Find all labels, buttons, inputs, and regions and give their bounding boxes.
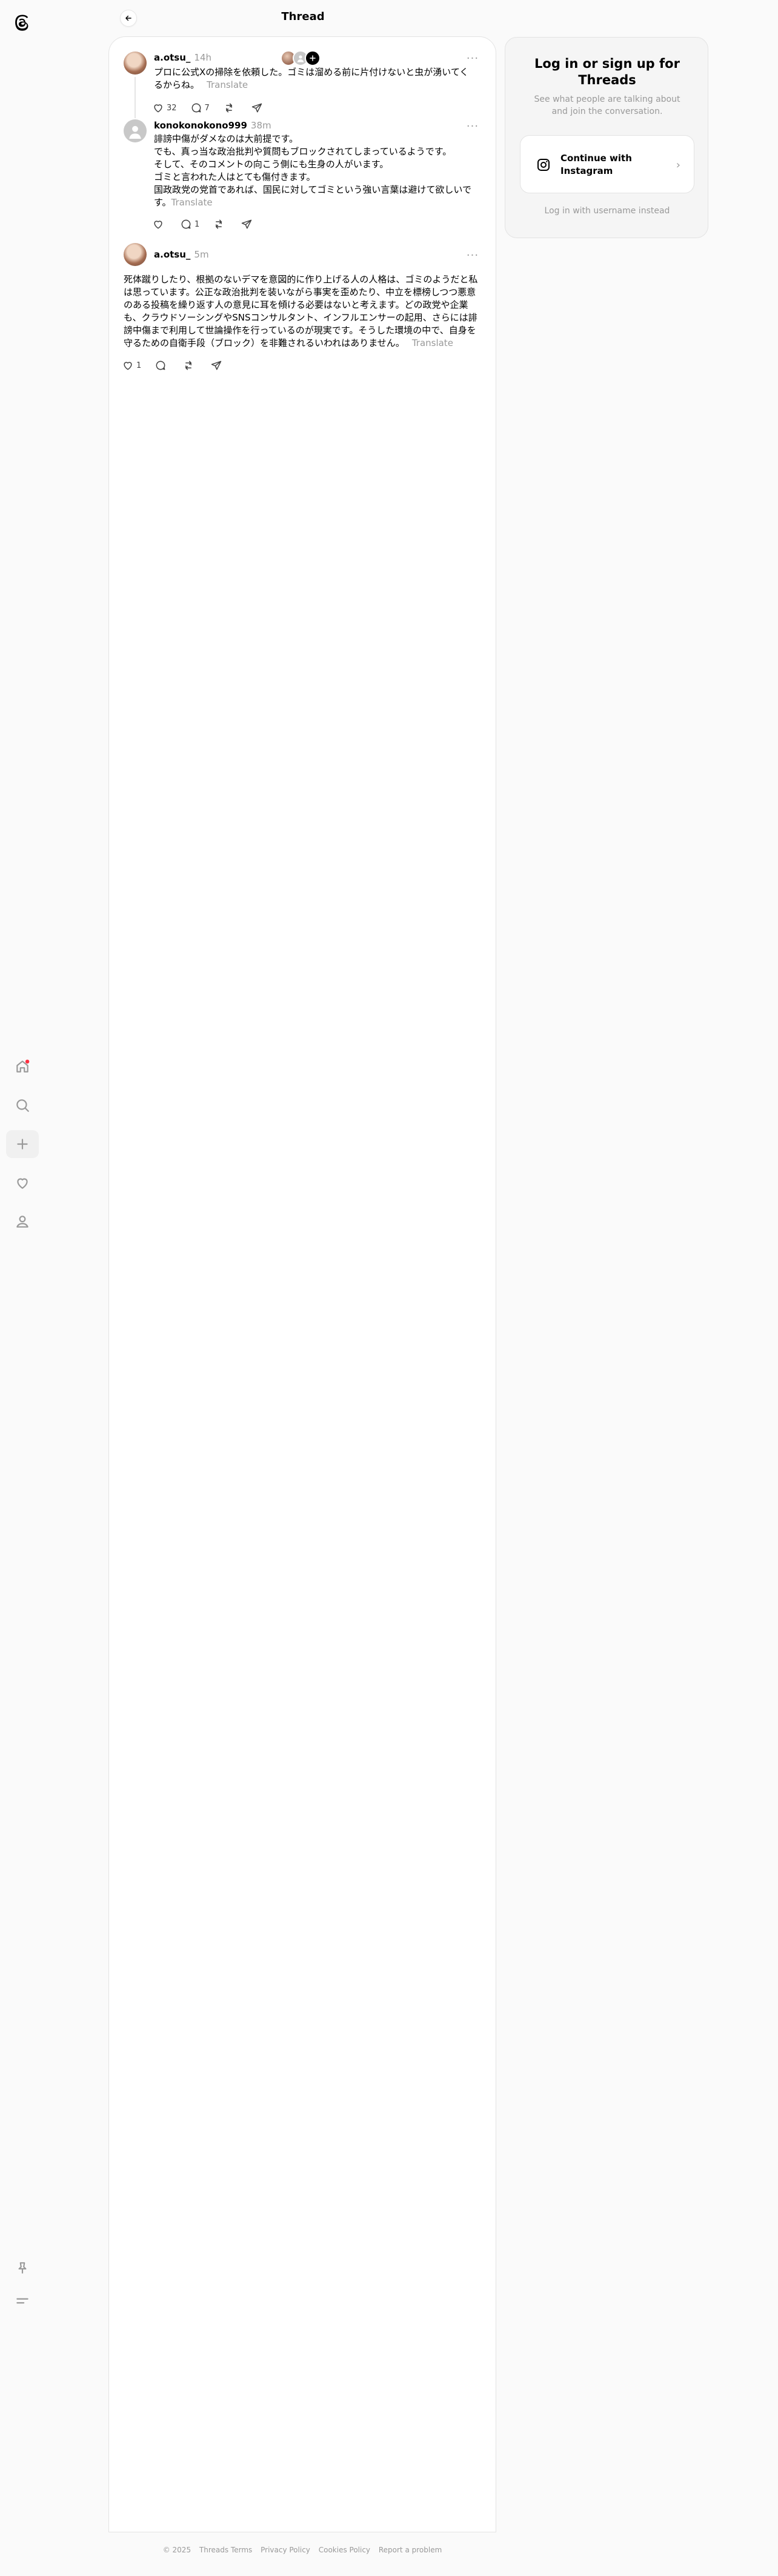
post-text: 誹謗中傷がダメなのは大前提です。 でも、真っ当な政治批判や質問もブロックされてし… xyxy=(154,133,481,209)
login-card: Log in or sign up for Threads See what p… xyxy=(505,37,708,238)
send-icon xyxy=(251,103,262,113)
login-subtitle: See what people are talking about and jo… xyxy=(534,95,680,116)
post-text: 死体蹴りしたり、根拠のないデマを意図的に作り上げる人の人格は、ゴミのようだと私は… xyxy=(124,273,484,350)
default-avatar-icon xyxy=(129,125,141,139)
reply-button[interactable]: 7 xyxy=(190,102,210,114)
post-actions: 1 xyxy=(122,358,238,373)
repost-button[interactable] xyxy=(213,218,227,230)
username-login-link[interactable]: Log in with username instead xyxy=(505,206,709,216)
reply-count: 7 xyxy=(204,103,210,113)
continue-with-instagram-button[interactable]: Continue with Instagram › xyxy=(520,135,694,193)
repost-icon xyxy=(216,219,222,229)
avatar[interactable] xyxy=(124,243,147,266)
translate-link[interactable]: Translate xyxy=(171,197,213,208)
post-body: プロに公式Xの掃除を依頼した。ゴミは溜める前に片付けないと虫が湧いてくるからね。 xyxy=(154,67,469,90)
page-header: Thread xyxy=(109,0,497,36)
comment-icon xyxy=(156,361,165,370)
post-author[interactable]: a.otsu_ 5m xyxy=(154,249,209,260)
more-options-icon[interactable]: ··· xyxy=(465,52,480,65)
share-button[interactable] xyxy=(251,102,265,114)
like-button[interactable]: 1 xyxy=(122,359,141,371)
more-options-icon[interactable]: ··· xyxy=(465,120,480,133)
avatar[interactable] xyxy=(124,52,147,75)
instagram-button-label: Continue with Instagram xyxy=(560,153,632,176)
left-navigation-rail xyxy=(0,0,45,2576)
copyright: © 2025 xyxy=(162,2546,191,2554)
heart-icon[interactable] xyxy=(6,1169,39,1197)
share-button[interactable] xyxy=(241,218,255,230)
repost-icon xyxy=(185,361,192,370)
instagram-icon xyxy=(537,159,550,171)
avatar[interactable] xyxy=(124,119,147,142)
post-text: プロに公式Xの掃除を依頼した。ゴミは溜める前に片付けないと虫が湧いてくるからね。… xyxy=(154,66,476,92)
reply-button[interactable]: 1 xyxy=(180,218,199,230)
login-title: Log in or sign up for Threads xyxy=(534,56,680,87)
page-title: Thread xyxy=(281,10,325,23)
reply-button[interactable] xyxy=(155,359,169,371)
post-timestamp: 14h xyxy=(194,52,211,63)
post-line: でも、真っ当な政治批判や質問もブロックされてしまっているようです。 xyxy=(154,146,452,157)
thread-connector-line xyxy=(135,77,136,118)
comment-icon xyxy=(181,219,191,229)
threads-logo-icon[interactable] xyxy=(6,8,39,36)
more-options-icon[interactable]: ··· xyxy=(465,249,480,262)
username[interactable]: a.otsu_ xyxy=(154,52,190,63)
like-count: 32 xyxy=(167,103,177,113)
repost-button[interactable] xyxy=(223,102,238,114)
post-timestamp: 5m xyxy=(194,249,209,260)
username[interactable]: a.otsu_ xyxy=(154,249,190,260)
home-icon[interactable] xyxy=(6,1053,39,1080)
threads-terms-link[interactable]: Threads Terms xyxy=(199,2546,252,2554)
heart-icon xyxy=(124,362,132,370)
heart-icon xyxy=(154,104,162,113)
post-author[interactable]: konokonokono999 38m xyxy=(154,120,271,131)
pin-icon[interactable] xyxy=(6,2254,39,2282)
privacy-policy-link[interactable]: Privacy Policy xyxy=(261,2546,310,2554)
post-actions: 32 7 xyxy=(152,100,279,116)
translate-link[interactable]: Translate xyxy=(412,338,453,348)
post-line: 誹謗中傷がダメなのは大前提です。 xyxy=(154,133,299,144)
post-actions: 1 xyxy=(152,216,268,232)
plus-icon[interactable] xyxy=(6,1130,39,1158)
repost-icon xyxy=(225,103,232,113)
page-footer: © 2025 Threads Terms Privacy Policy Cook… xyxy=(108,2546,496,2554)
like-button[interactable]: 32 xyxy=(152,102,177,114)
chevron-right-icon: › xyxy=(676,159,680,171)
send-icon xyxy=(242,219,252,229)
search-icon[interactable] xyxy=(6,1091,39,1119)
send-icon xyxy=(211,361,222,370)
post-timestamp: 38m xyxy=(250,120,271,131)
share-button[interactable] xyxy=(210,359,225,371)
profile-icon[interactable] xyxy=(6,1208,39,1236)
heart-icon xyxy=(154,221,162,229)
post-author[interactable]: a.otsu_ 14h xyxy=(154,52,211,63)
participants-stack[interactable] xyxy=(281,49,321,67)
menu-icon[interactable] xyxy=(6,2287,39,2315)
comment-icon xyxy=(191,103,201,113)
reply-count: 1 xyxy=(194,219,200,229)
post-line: ゴミと言われた人はとても傷付きます。 xyxy=(154,171,316,182)
cookies-policy-link[interactable]: Cookies Policy xyxy=(319,2546,370,2554)
like-count: 1 xyxy=(136,361,142,370)
add-icon[interactable] xyxy=(305,50,321,66)
like-button[interactable] xyxy=(152,218,167,230)
translate-link[interactable]: Translate xyxy=(207,79,248,90)
thread-column: a.otsu_ 14h ··· プロに公式Xの掃除を依頼した。ゴミは溜める前に片付… xyxy=(108,36,496,2532)
repost-button[interactable] xyxy=(182,359,197,371)
post-line: そして、そのコメントの向こう側にも生身の人がいます。 xyxy=(154,159,389,170)
username[interactable]: konokonokono999 xyxy=(154,120,247,131)
report-problem-link[interactable]: Report a problem xyxy=(379,2546,442,2554)
